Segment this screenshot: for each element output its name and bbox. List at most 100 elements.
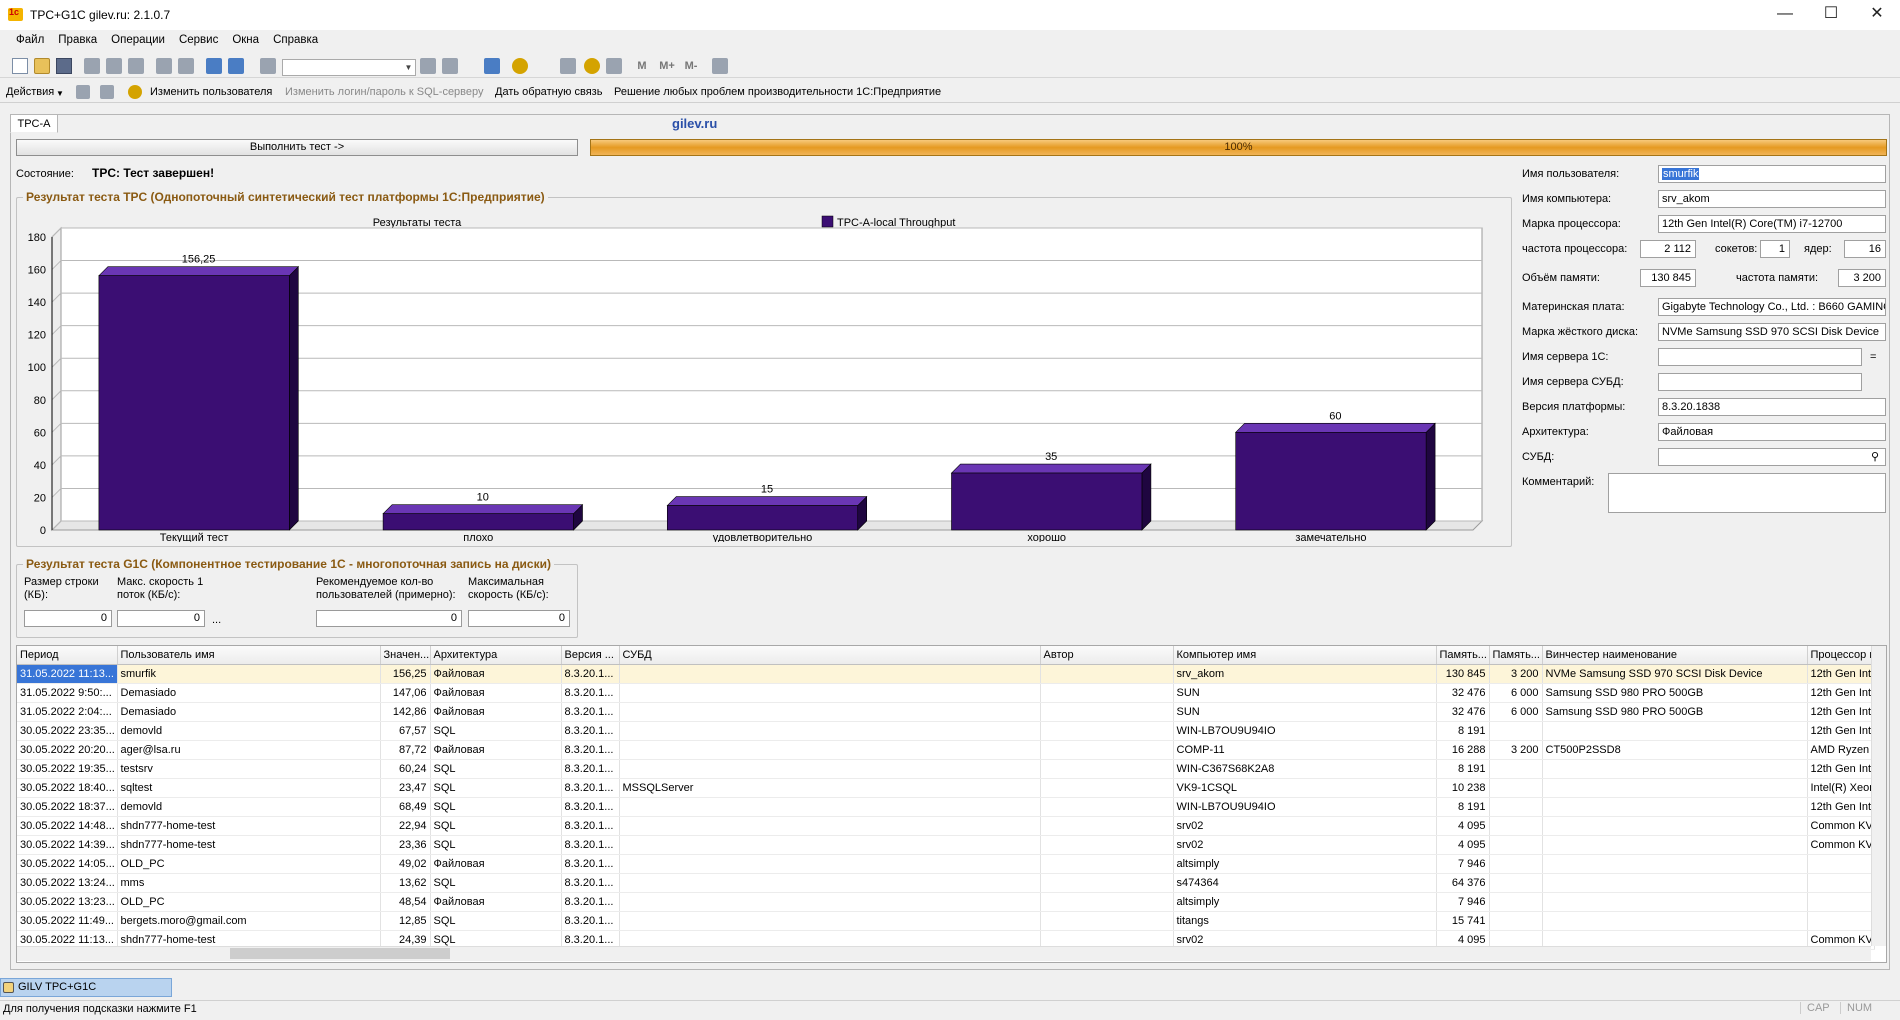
column-header[interactable]: Версия ... <box>561 646 620 665</box>
max-speed-1-field[interactable]: 0 <box>117 610 205 627</box>
column-header[interactable]: Память... <box>1436 646 1490 665</box>
server-1c-field[interactable] <box>1658 348 1862 366</box>
server-dbms-field[interactable] <box>1658 373 1862 391</box>
memory-minus-icon[interactable]: M- <box>680 58 702 74</box>
cpu-freq-field[interactable]: 2 112 <box>1640 240 1696 258</box>
search-dropdown-icon[interactable]: ▼ <box>402 60 415 75</box>
table-row[interactable]: 30.05.2022 13:23... OLD_PC 48,54 Файловая 8.… <box>17 892 1875 912</box>
menu-file[interactable]: Файл <box>9 32 51 48</box>
site-link[interactable]: gilev.ru <box>672 116 717 131</box>
table-row[interactable]: 30.05.2022 18:37... demovld 68,49 SQL 8.3.20… <box>17 797 1875 817</box>
calculator-icon[interactable] <box>560 58 576 74</box>
menu-windows[interactable]: Окна <box>225 32 266 48</box>
disk-field[interactable]: NVMe Samsung SSD 970 SCSI Disk Device <box>1658 323 1886 341</box>
memory-icon[interactable]: M <box>634 58 650 74</box>
computer-field[interactable]: srv_akom <box>1658 190 1886 208</box>
undo-icon[interactable] <box>206 58 222 74</box>
table-cell: Файловая <box>430 740 562 760</box>
table-row[interactable]: 30.05.2022 19:35... testsrv 60,24 SQL 8.3.20… <box>17 759 1875 779</box>
settings-icon[interactable] <box>712 58 728 74</box>
actions-dropdown-icon[interactable]: ▼ <box>56 89 64 98</box>
calendar-icon[interactable] <box>584 58 600 74</box>
recommended-users-field[interactable]: 0 <box>316 610 462 627</box>
memory-field[interactable]: 130 845 <box>1640 269 1696 287</box>
architecture-field[interactable]: Файловая <box>1658 423 1886 441</box>
table-row[interactable]: 30.05.2022 14:39... shdn777-home-test 23,3… <box>17 835 1875 855</box>
menu-operations[interactable]: Операции <box>104 32 172 48</box>
motherboard-field[interactable]: Gigabyte Technology Co., Ltd. : B660 GAM… <box>1658 298 1886 316</box>
platform-version-field[interactable]: 8.3.20.1838 <box>1658 398 1886 416</box>
menu-service[interactable]: Сервис <box>172 32 225 48</box>
maximize-icon[interactable]: ☐ <box>1808 0 1854 30</box>
column-header[interactable]: Автор <box>1040 646 1174 665</box>
table-horizontal-scroll-thumb[interactable] <box>230 948 450 959</box>
paste-icon[interactable] <box>128 58 144 74</box>
table-row[interactable]: 30.05.2022 18:40... sqltest 23,47 SQL 8.3.20… <box>17 778 1875 798</box>
table-row[interactable]: 31.05.2022 2:04:... Demasiado 142,86 Файлов… <box>17 702 1875 722</box>
comment-field[interactable] <box>1608 473 1886 513</box>
open-folder-icon[interactable] <box>34 58 50 74</box>
cut-icon[interactable] <box>84 58 100 74</box>
cores-field[interactable]: 16 <box>1844 240 1886 258</box>
column-header[interactable]: Архитектура <box>430 646 562 665</box>
column-header[interactable]: Значен... <box>380 646 431 665</box>
copy-icon[interactable] <box>106 58 122 74</box>
feedback-link[interactable]: Дать обратную связь <box>495 86 602 98</box>
column-header[interactable]: Процессор н <box>1807 646 1875 665</box>
user-icon[interactable] <box>76 85 90 99</box>
table-cell: Common KVM <box>1807 835 1875 855</box>
users-icon[interactable] <box>606 58 622 74</box>
column-header[interactable]: Период <box>17 646 118 665</box>
column-header[interactable]: Пользователь имя <box>117 646 381 665</box>
actions-menu[interactable]: Действия <box>6 86 54 98</box>
user-edit-icon[interactable] <box>100 85 114 99</box>
column-header[interactable]: Память... <box>1489 646 1543 665</box>
table-row[interactable]: 30.05.2022 14:48... shdn777-home-test 22,9… <box>17 816 1875 836</box>
table-row[interactable]: 30.05.2022 20:20... ager@lsa.ru 87,72 Файло… <box>17 740 1875 760</box>
user-field[interactable]: smurfik <box>1658 165 1886 183</box>
print-icon[interactable] <box>156 58 172 74</box>
minimize-icon[interactable]: — <box>1762 0 1808 30</box>
change-login-link[interactable]: Изменить логин/пароль к SQL-серверу <box>285 86 484 98</box>
row-size-field[interactable]: 0 <box>24 610 112 627</box>
print-preview-icon[interactable] <box>178 58 194 74</box>
bar <box>382 513 574 531</box>
column-header[interactable]: Компьютер имя <box>1173 646 1437 665</box>
table-row[interactable]: 31.05.2022 11:13... smurfik 156,25 Файловая… <box>17 664 1875 684</box>
table-cell: Файловая <box>430 683 562 703</box>
close-icon[interactable]: ✕ <box>1854 0 1900 30</box>
zoom-icon[interactable] <box>260 58 276 74</box>
column-header[interactable]: СУБД <box>619 646 1041 665</box>
max-speed-field[interactable]: 0 <box>468 610 570 627</box>
tab-tpc-a[interactable]: TPC-A <box>10 114 58 133</box>
search-forward-icon[interactable] <box>442 58 458 74</box>
info-icon[interactable] <box>512 58 528 74</box>
dbms-search-icon[interactable]: ⚲ <box>1871 450 1879 463</box>
redo-icon[interactable] <box>228 58 244 74</box>
cpu-field[interactable]: 12th Gen Intel(R) Core(TM) i7-12700 <box>1658 215 1886 233</box>
windows-icon[interactable] <box>484 58 500 74</box>
search-back-icon[interactable] <box>420 58 436 74</box>
memory-freq-field[interactable]: 3 200 <box>1838 269 1886 287</box>
table-row[interactable]: 30.05.2022 13:24... mms 13,62 SQL 8.3.20.1..… <box>17 873 1875 893</box>
new-document-icon[interactable] <box>12 58 28 74</box>
sockets-field[interactable]: 1 <box>1760 240 1790 258</box>
save-icon[interactable] <box>56 58 72 74</box>
help-icon[interactable] <box>128 85 142 99</box>
column-header[interactable]: Винчестер наименование <box>1542 646 1808 665</box>
table-cell: 8.3.20.1... <box>561 721 620 741</box>
menu-edit[interactable]: Правка <box>51 32 104 48</box>
window-tab-tpc-g1c[interactable]: GILV TPC+G1C <box>0 978 172 997</box>
table-row[interactable]: 31.05.2022 9:50:... Demasiado 147,06 Файлов… <box>17 683 1875 703</box>
toolbar-search-input[interactable] <box>282 59 416 76</box>
table-row[interactable]: 30.05.2022 23:35... demovld 67,57 SQL 8.3.20… <box>17 721 1875 741</box>
change-user-link[interactable]: Изменить пользователя <box>150 86 272 98</box>
run-test-button[interactable]: Выполнить тест -> <box>16 139 578 156</box>
dbms-field[interactable] <box>1658 448 1886 466</box>
table-vertical-scrollbar[interactable] <box>1871 646 1886 946</box>
menu-help[interactable]: Справка <box>266 32 325 48</box>
table-row[interactable]: 30.05.2022 11:49... bergets.moro@gmail.co… <box>17 911 1875 931</box>
table-row[interactable]: 30.05.2022 14:05... OLD_PC 49,02 Файловая 8.… <box>17 854 1875 874</box>
solve-problems-link[interactable]: Решение любых проблем производительности… <box>614 86 941 98</box>
memory-plus-icon[interactable]: M+ <box>656 58 678 74</box>
